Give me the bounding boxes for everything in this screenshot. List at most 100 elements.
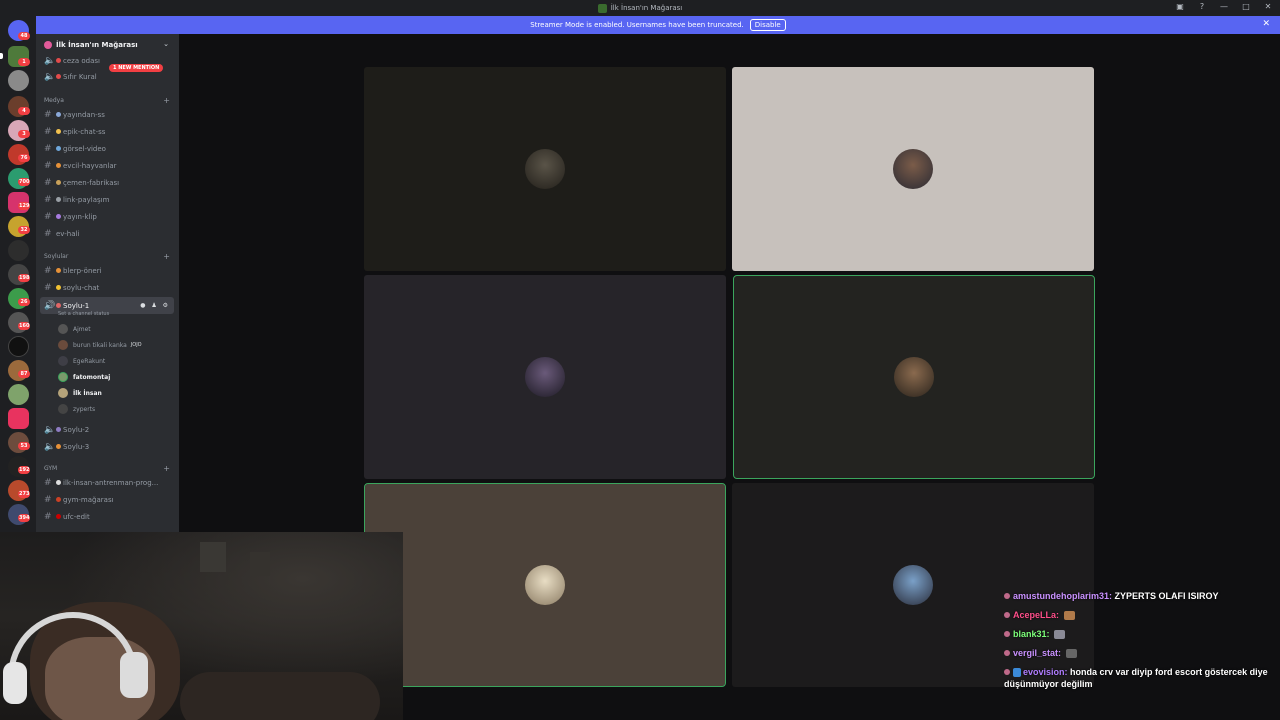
hash-icon: # <box>44 160 52 171</box>
channel-epik-chat-ss[interactable]: # epik-chat-ss <box>40 124 174 139</box>
participant-avatar <box>893 149 933 189</box>
channel-controls[interactable]: ● ♟ ⚙ <box>140 302 170 309</box>
channel-status[interactable]: Set a channel status <box>58 311 109 317</box>
participant-tile-speaking[interactable] <box>364 483 726 687</box>
server-icon[interactable] <box>8 70 29 91</box>
channel-yayindan-ss[interactable]: # yayından-ss <box>40 107 174 122</box>
channel-evcil-hayvanlar[interactable]: # evcil-hayvanlar <box>40 158 174 173</box>
participant-tile[interactable] <box>732 67 1094 271</box>
server-badge: 4 <box>18 107 30 115</box>
server-badge: 26 <box>18 298 30 306</box>
hash-icon: # <box>44 282 52 293</box>
add-channel-icon[interactable]: + <box>163 464 170 473</box>
participant-avatar <box>525 565 565 605</box>
chat-username: AcepeLLa: <box>1013 610 1060 620</box>
hash-icon: # <box>44 477 52 488</box>
server-icon[interactable] <box>8 336 29 357</box>
channel-ev-hali[interactable]: # ev-hali <box>40 226 174 241</box>
voice-user-name: EgeRakunt <box>73 357 106 365</box>
channel-cemen-fabrikasi[interactable]: # çemen-fabrikası <box>40 175 174 190</box>
voice-user[interactable]: EgeRakunt <box>58 354 105 368</box>
channel-label: evcil-hayvanlar <box>63 161 117 170</box>
server-badge-icon <box>44 41 52 49</box>
voice-user[interactable]: fatomontaj <box>58 370 110 384</box>
badge-icon <box>1004 650 1010 656</box>
dumbbell-icon <box>56 497 61 502</box>
server-badge: 192 <box>18 466 31 474</box>
server-rail: 48 1 4 3 76 700 129 32 198 26 160 87 53 … <box>0 16 36 532</box>
badge-icon <box>1004 593 1010 599</box>
disable-streamer-mode-button[interactable]: Disable <box>749 19 786 31</box>
voice-user[interactable]: İlk İnsan <box>58 386 102 400</box>
server-badge: 1 <box>18 58 30 66</box>
channel-gorsel-video[interactable]: # görsel-video <box>40 141 174 156</box>
voice-user[interactable]: Ajmet <box>58 322 91 336</box>
category-soylular[interactable]: Soylular + <box>44 250 176 262</box>
link-icon <box>56 197 61 202</box>
picture-icon <box>56 146 61 151</box>
flex-icon <box>56 129 61 134</box>
channel-antrenman-prog[interactable]: # ilk-insan-antrenman-prog... <box>40 475 174 490</box>
hash-icon: # <box>44 494 52 505</box>
server-icon[interactable] <box>8 408 29 429</box>
channel-label: ilk-insan-antrenman-prog... <box>63 478 159 487</box>
server-icon[interactable] <box>8 240 29 261</box>
channel-link-paylasim[interactable]: # link-paylaşım <box>40 192 174 207</box>
channel-label: gym-mağarası <box>63 495 114 504</box>
channel-soylu-chat[interactable]: # soylu-chat <box>40 280 174 295</box>
voice-user[interactable]: zyperts <box>58 402 95 416</box>
chat-message: evovision: honda crv var diyip ford esco… <box>1004 666 1274 690</box>
maximize-button[interactable]: □ <box>1240 2 1252 11</box>
category-gym[interactable]: GYM + <box>44 462 176 474</box>
channel-blerp-oneri[interactable]: # blerp-öneri <box>40 263 174 278</box>
minimize-button[interactable]: — <box>1218 2 1230 11</box>
hash-icon: # <box>44 126 52 137</box>
channel-ufc-edit[interactable]: # ufc-edit <box>40 509 174 524</box>
server-badge: 198 <box>18 274 31 282</box>
server-badge: 87 <box>18 370 30 378</box>
server-badge: 32 <box>18 226 30 234</box>
voice-channel-soylu-2[interactable]: 🔈 Soylu-2 <box>40 422 174 437</box>
category-medya[interactable]: Medya + <box>44 94 176 106</box>
channel-label: soylu-chat <box>63 283 100 292</box>
channel-sidebar: İlk İnsan'ın Mağarası ⌄ 🔈 ceza odası 🔈 S… <box>36 34 179 532</box>
chat-username: blank31: <box>1013 629 1050 639</box>
avatar <box>58 356 68 366</box>
close-banner-icon[interactable]: ✕ <box>1262 19 1270 29</box>
emote-icon <box>1054 630 1066 640</box>
add-channel-icon[interactable]: + <box>163 96 170 105</box>
channel-gym-magarasi[interactable]: # gym-mağarası <box>40 492 174 507</box>
participant-tile[interactable] <box>364 67 726 271</box>
help-icon[interactable]: ? <box>1196 2 1208 11</box>
close-window-button[interactable]: ✕ <box>1262 2 1274 11</box>
channel-emoji-icon <box>56 427 61 432</box>
category-label: GYM <box>44 464 58 472</box>
speaker-icon: 🔈 <box>44 441 56 452</box>
add-channel-icon[interactable]: + <box>163 252 170 261</box>
bulb-icon <box>56 268 61 273</box>
hash-icon: # <box>44 194 52 205</box>
voice-user[interactable]: burun tikali kanka JOJO <box>58 338 142 352</box>
streamer-mode-banner: Streamer Mode is enabled. Usernames have… <box>36 16 1280 34</box>
server-badge: 129 <box>18 202 31 210</box>
channel-label: ufc-edit <box>63 512 90 521</box>
channel-emoji-icon <box>56 444 61 449</box>
voice-user-name: fatomontaj <box>73 373 111 381</box>
channel-label: link-paylaşım <box>63 195 110 204</box>
server-icon[interactable] <box>8 384 29 405</box>
channel-label: çemen-fabrikası <box>63 178 120 187</box>
server-badge: 160 <box>18 322 31 330</box>
hash-icon: # <box>44 211 52 222</box>
new-mention-badge[interactable]: 1 NEW MENTION <box>109 64 164 72</box>
hash-icon: # <box>44 177 52 188</box>
inbox-icon[interactable]: ▣ <box>1174 2 1186 11</box>
chat-message: AcepeLLa: <box>1004 609 1274 621</box>
channel-yayin-klip[interactable]: # yayın-klip <box>40 209 174 224</box>
chevron-down-icon[interactable]: ⌄ <box>163 40 169 48</box>
channel-label: yayın-klip <box>63 212 97 221</box>
participant-tile-speaking[interactable] <box>733 275 1095 479</box>
participant-tile[interactable] <box>364 275 726 479</box>
channel-label: blerp-öneri <box>63 266 102 275</box>
cross-icon <box>56 58 61 63</box>
voice-channel-soylu-3[interactable]: 🔈 Soylu-3 <box>40 439 174 454</box>
